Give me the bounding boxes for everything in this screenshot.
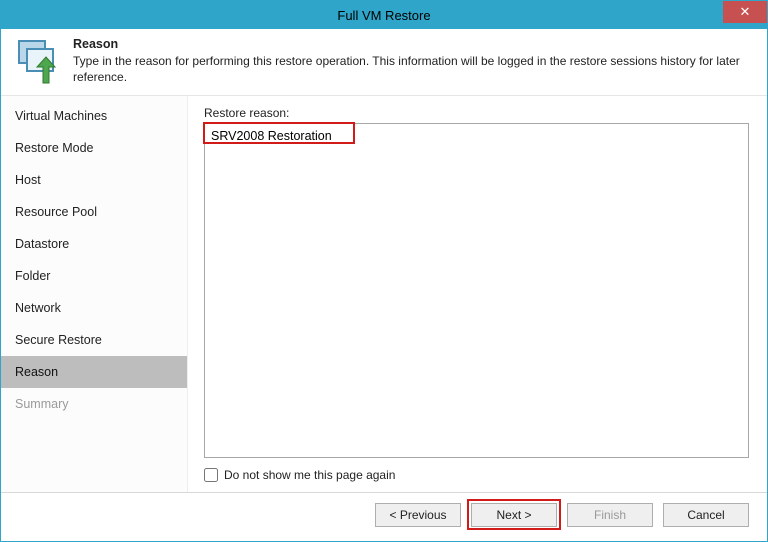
sidebar-item-restore-mode[interactable]: Restore Mode	[1, 132, 187, 164]
sidebar-item-resource-pool[interactable]: Resource Pool	[1, 196, 187, 228]
next-button[interactable]: Next >	[471, 503, 557, 527]
reason-label: Restore reason:	[204, 106, 749, 120]
wizard-main: Restore reason: Do not show me this page…	[188, 96, 767, 492]
dont-show-again-label: Do not show me this page again	[224, 468, 395, 482]
header-title: Reason	[73, 37, 755, 51]
wizard-footer: < Previous Next > Finish Cancel	[1, 492, 767, 541]
previous-button[interactable]: < Previous	[375, 503, 461, 527]
window-title: Full VM Restore	[1, 8, 767, 23]
dont-show-again-row[interactable]: Do not show me this page again	[204, 468, 749, 482]
close-button[interactable]: ✕	[723, 1, 767, 23]
sidebar-item-virtual-machines[interactable]: Virtual Machines	[1, 100, 187, 132]
close-icon: ✕	[740, 4, 751, 20]
sidebar-item-datastore[interactable]: Datastore	[1, 228, 187, 260]
cancel-button[interactable]: Cancel	[663, 503, 749, 527]
restore-icon	[13, 37, 61, 85]
sidebar-item-network[interactable]: Network	[1, 292, 187, 324]
finish-button: Finish	[567, 503, 653, 527]
header-text: Reason Type in the reason for performing…	[73, 37, 755, 85]
wizard-body: Virtual Machines Restore Mode Host Resou…	[1, 96, 767, 492]
sidebar-item-folder[interactable]: Folder	[1, 260, 187, 292]
sidebar-item-summary: Summary	[1, 388, 187, 420]
sidebar-item-host[interactable]: Host	[1, 164, 187, 196]
wizard-header: Reason Type in the reason for performing…	[1, 29, 767, 96]
sidebar-item-secure-restore[interactable]: Secure Restore	[1, 324, 187, 356]
wizard-steps-sidebar: Virtual Machines Restore Mode Host Resou…	[1, 96, 188, 492]
titlebar: Full VM Restore ✕	[1, 1, 767, 29]
wizard-window: Full VM Restore ✕ Reason Type in the rea…	[0, 0, 768, 542]
reason-textarea-wrap	[204, 123, 749, 458]
reason-input[interactable]	[204, 123, 749, 458]
dont-show-again-checkbox[interactable]	[204, 468, 218, 482]
sidebar-item-reason[interactable]: Reason	[1, 356, 187, 388]
header-description: Type in the reason for performing this r…	[73, 53, 755, 85]
